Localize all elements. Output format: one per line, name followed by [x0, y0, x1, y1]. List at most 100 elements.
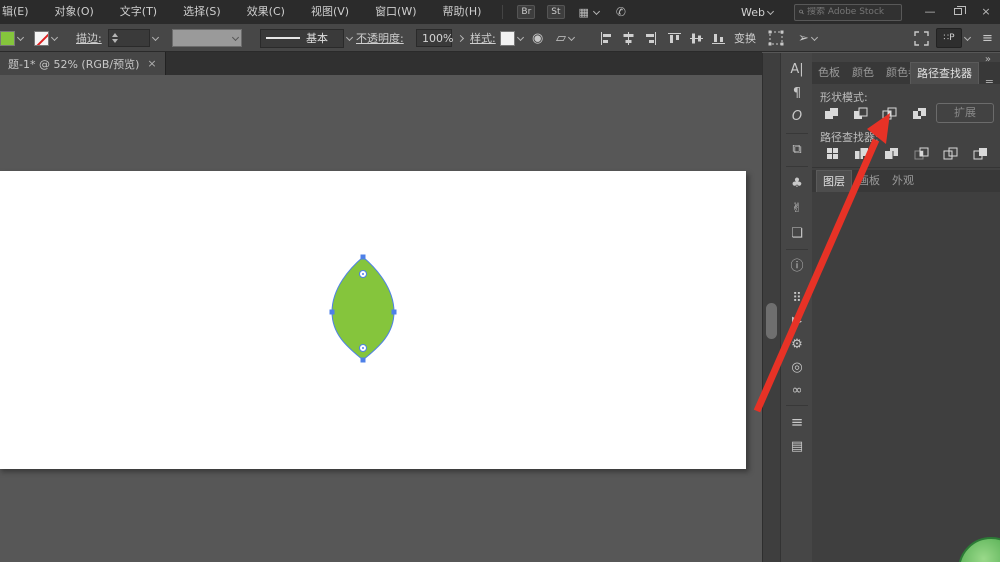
export-panel-icon[interactable]: ⧉ — [781, 139, 813, 161]
chevron-down-icon[interactable] — [516, 33, 525, 41]
chevron-down-icon[interactable] — [592, 7, 600, 15]
menu-view[interactable]: 视图(V) — [298, 0, 362, 24]
brush-definition-dropdown[interactable]: 基本 — [260, 28, 344, 48]
chevron-down-icon[interactable] — [567, 33, 576, 41]
tab-swatches[interactable]: 色板 — [812, 62, 846, 84]
panel-menu-icon[interactable]: ≡ — [985, 76, 994, 84]
links-panel-icon[interactable]: ∞ — [781, 380, 813, 402]
stock-button[interactable]: St — [547, 5, 565, 19]
minimize-button[interactable]: — — [916, 0, 944, 24]
menu-type[interactable]: 文字(T) — [107, 0, 170, 24]
menu-object[interactable]: 对象(O) — [42, 0, 107, 24]
align-vcenter-button[interactable] — [686, 28, 706, 48]
isolate-selection-icon[interactable]: ➢ — [798, 31, 809, 46]
anchor-point[interactable] — [329, 309, 335, 315]
align-right-button[interactable] — [640, 28, 660, 48]
shape-properties-icon[interactable]: ▱ — [556, 31, 566, 46]
tab-pathfinder[interactable]: 路径查找器 — [910, 62, 979, 84]
merge-button[interactable] — [880, 143, 904, 163]
tab-layers[interactable]: 图层 — [816, 170, 852, 192]
stroke-color-swatch[interactable] — [34, 30, 49, 46]
intersect-button[interactable] — [878, 103, 902, 123]
close-document-icon[interactable]: × — [147, 57, 156, 70]
variable-width-profile-dropdown[interactable] — [172, 29, 242, 47]
exclude-button[interactable] — [908, 103, 932, 123]
minus-back-button[interactable] — [969, 143, 993, 163]
scrollbar-thumb[interactable] — [766, 303, 777, 339]
outline-button[interactable] — [939, 143, 963, 163]
workspace-panel-icon[interactable]: ∷P — [936, 28, 962, 48]
workspace-label: Web — [741, 5, 765, 19]
workspace-switcher[interactable]: Web — [741, 6, 776, 19]
menu-help[interactable]: 帮助(H) — [430, 0, 495, 24]
unite-button[interactable] — [820, 103, 844, 123]
opacity-label[interactable]: 不透明度: — [356, 30, 404, 46]
control-menu-icon[interactable]: ≡ — [982, 31, 993, 46]
tab-color-guide[interactable]: 颜色参 — [880, 62, 910, 84]
paragraph-panel-icon[interactable]: ¶ — [781, 83, 813, 105]
chevron-down-icon[interactable] — [963, 33, 972, 41]
transform-panel-icon[interactable]: ⠿ — [781, 288, 813, 310]
menu-edit[interactable]: 辑(E) — [0, 0, 42, 24]
search-input[interactable] — [807, 7, 897, 17]
restore-button[interactable] — [944, 0, 972, 24]
brushes-panel-icon[interactable]: ✌ — [781, 198, 813, 220]
chevron-down-icon[interactable] — [151, 33, 160, 41]
tab-color[interactable]: 颜色 — [846, 62, 880, 84]
opentype-panel-icon[interactable]: O — [781, 106, 813, 128]
vertical-scrollbar[interactable] — [762, 53, 780, 562]
gradient-panel-icon[interactable]: ▤ — [781, 436, 813, 458]
info-panel-icon[interactable]: ⓘ — [781, 256, 813, 278]
anchor-point[interactable] — [360, 357, 366, 363]
anchor-point[interactable] — [391, 309, 397, 315]
ellipse-center-dot — [362, 347, 364, 349]
transform-link[interactable]: 变换 — [734, 30, 756, 46]
document-tab[interactable]: 题-1* @ 52% (RGB/预览) × — [0, 52, 166, 75]
menu-effect[interactable]: 效果(C) — [234, 0, 298, 24]
recolor-artwork-icon[interactable]: ◉ — [532, 31, 543, 46]
character-panel-icon[interactable]: A| — [781, 59, 813, 81]
stock-search[interactable] — [794, 3, 902, 21]
expand-button[interactable]: 扩展 — [936, 103, 994, 123]
align-top-button[interactable] — [664, 28, 684, 48]
stepper-arrows-icon[interactable] — [112, 33, 118, 43]
chevron-down-icon[interactable] — [50, 33, 59, 41]
divide-button[interactable] — [820, 143, 844, 163]
tab-artboards[interactable]: 画板 — [852, 170, 886, 192]
leaf-shape[interactable] — [322, 246, 407, 371]
menu-select[interactable]: 选择(S) — [170, 0, 234, 24]
libraries-panel-icon[interactable]: ◎ — [781, 357, 813, 379]
style-label[interactable]: 样式: — [470, 30, 496, 46]
fill-color-swatch[interactable] — [0, 30, 15, 46]
fullscreen-corners-icon[interactable] — [914, 30, 929, 46]
chevron-down-icon[interactable] — [810, 33, 818, 41]
tab-appearance[interactable]: 外观 — [886, 170, 920, 192]
layers-panel-body[interactable] — [812, 192, 1000, 562]
stroke-preview-line — [266, 37, 300, 39]
close-button[interactable]: × — [972, 0, 1000, 24]
menu-window[interactable]: 窗口(W) — [362, 0, 429, 24]
bridge-button[interactable]: Br — [517, 5, 536, 19]
symbols-panel-icon[interactable]: ♣ — [781, 173, 813, 195]
stroke-weight-stepper[interactable] — [108, 29, 150, 47]
artboards-panel-icon[interactable]: ❏ — [781, 223, 813, 245]
style-swatch[interactable] — [500, 30, 515, 46]
arrange-documents-icon[interactable]: ▦ — [579, 6, 589, 19]
chevron-down-icon[interactable] — [16, 33, 25, 41]
align-hcenter-button[interactable] — [618, 28, 638, 48]
stroke-weight-label[interactable]: 描边: — [76, 30, 102, 46]
anchor-point[interactable] — [360, 254, 366, 260]
chevron-down-icon[interactable] — [345, 33, 354, 41]
crop-button[interactable] — [910, 143, 934, 163]
opacity-value-input[interactable]: 100% — [416, 29, 453, 47]
chevron-right-icon[interactable] — [456, 34, 465, 42]
align-bottom-button[interactable] — [708, 28, 728, 48]
minus-front-button[interactable] — [849, 103, 873, 123]
align-left-button[interactable] — [596, 28, 616, 48]
trim-button[interactable] — [850, 143, 874, 163]
bounding-box-icon[interactable] — [768, 30, 784, 46]
asset-export-panel-icon[interactable]: ⚙ — [781, 334, 813, 356]
actions-panel-icon[interactable]: ▶ — [781, 311, 813, 333]
share-device-icon[interactable]: ✆ — [616, 5, 626, 19]
properties-panel-icon[interactable]: ≡ — [781, 411, 813, 433]
